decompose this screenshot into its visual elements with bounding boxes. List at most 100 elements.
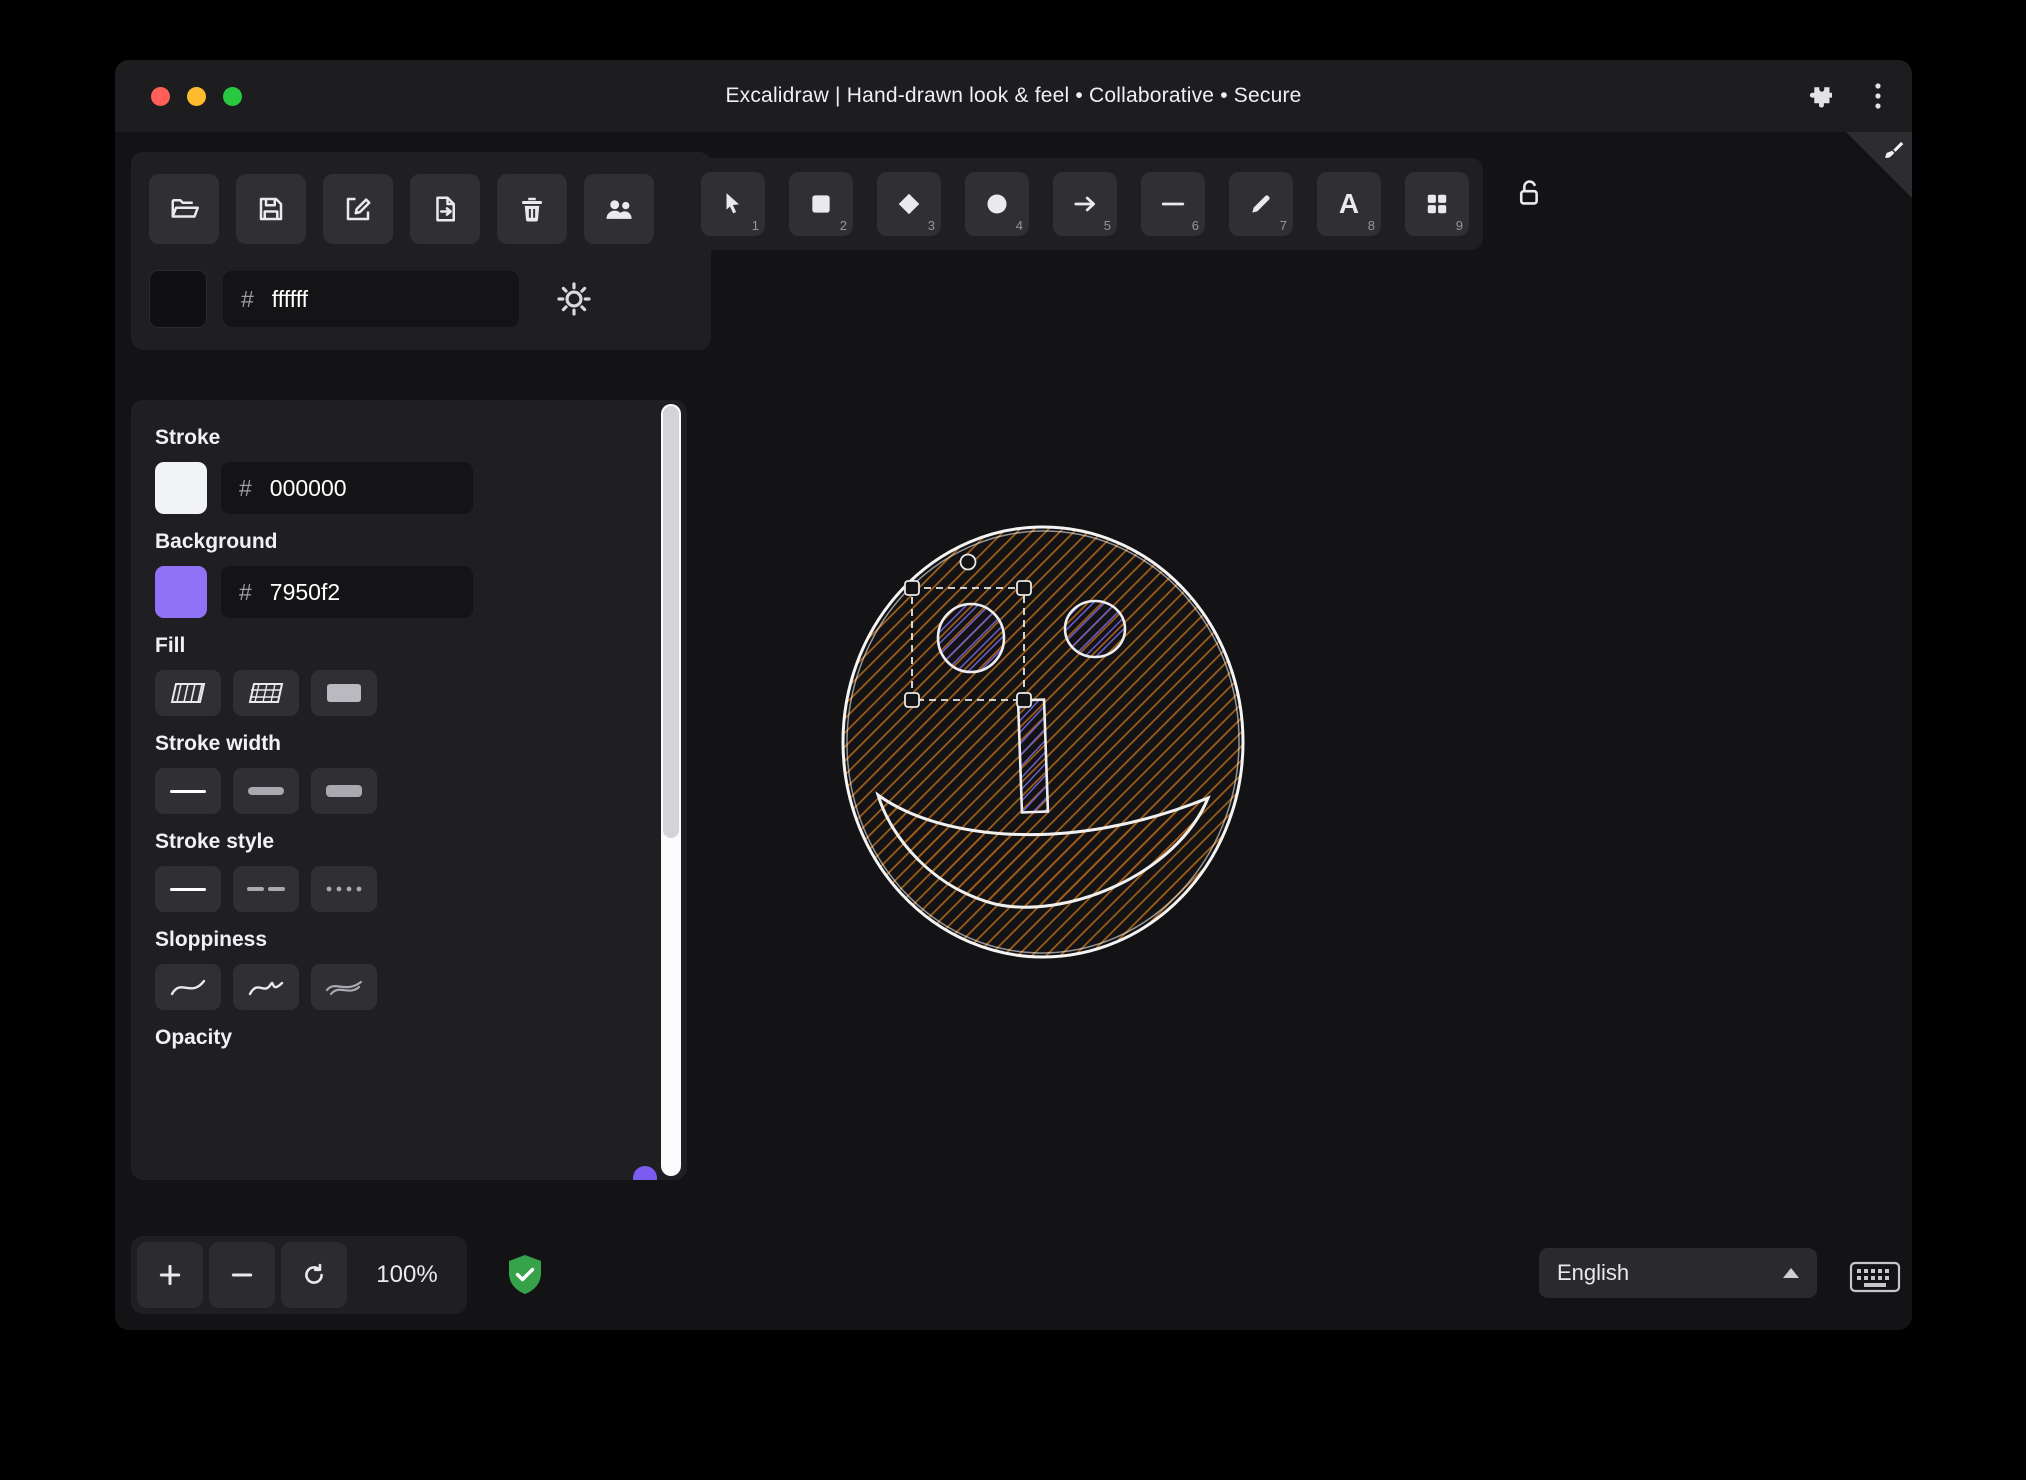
zoom-in-button[interactable] (137, 1242, 203, 1308)
plus-icon (157, 1262, 183, 1288)
open-folder-icon (169, 194, 199, 224)
opacity-slider-thumb[interactable] (633, 1166, 657, 1180)
window-title: Excalidraw | Hand-drawn look & feel • Co… (725, 84, 1302, 107)
stroke-width-extrabold-button[interactable] (311, 768, 377, 814)
rectangle-icon (808, 191, 834, 217)
canvas-background-swatch[interactable] (149, 270, 207, 328)
stroke-hex-input[interactable]: # 000000 (221, 462, 473, 514)
tool-ellipse[interactable]: 4 (965, 172, 1029, 236)
app-content: # ffffff Stroke # 000000 Background # 79… (115, 132, 1912, 1330)
smiley-drawing (841, 525, 1245, 959)
fill-solid-button[interactable] (311, 670, 377, 716)
ellipse-icon (984, 191, 1010, 217)
shape-toolbar: 1 2 3 4 5 6 7 A 8 9 (687, 158, 1483, 250)
tool-text[interactable]: A 8 (1317, 172, 1381, 236)
stroke-color-swatch[interactable] (155, 462, 207, 514)
open-file-button[interactable] (149, 174, 219, 244)
browser-menu-kebab-icon[interactable] (1874, 81, 1882, 111)
cursor-icon (720, 191, 746, 217)
tool-selection[interactable]: 1 (701, 172, 765, 236)
background-hex-input[interactable]: # 7950f2 (221, 566, 473, 618)
stroke-style-dashed-button[interactable] (233, 866, 299, 912)
stroke-width-label: Stroke width (155, 732, 282, 755)
export-button[interactable] (410, 174, 480, 244)
sun-icon (555, 280, 593, 318)
tool-line[interactable]: 6 (1141, 172, 1205, 236)
crosshatch-icon (247, 681, 285, 705)
hash-prefix: # (239, 578, 252, 605)
unlocked-padlock-icon (1513, 177, 1543, 209)
tool-arrow[interactable]: 5 (1053, 172, 1117, 236)
sloppiness-label: Sloppiness (155, 928, 268, 951)
panel-scrollbar-thumb[interactable] (663, 406, 679, 839)
opacity-label: Opacity (155, 1026, 233, 1049)
language-selected-value: English (1557, 1260, 1630, 1285)
stroke-style-solid-button[interactable] (155, 866, 221, 912)
panel-scrollbar[interactable] (661, 404, 681, 1176)
save-as-button[interactable] (323, 174, 393, 244)
extension-puzzle-icon[interactable] (1805, 83, 1832, 110)
line-icon (1159, 191, 1187, 217)
zoom-reset-button[interactable] (281, 1242, 347, 1308)
zoom-level[interactable]: 100% (353, 1261, 461, 1289)
theme-toggle-button[interactable] (549, 279, 599, 319)
zoom-out-button[interactable] (209, 1242, 275, 1308)
encryption-shield-icon[interactable] (507, 1254, 543, 1296)
fill-label: Fill (155, 634, 186, 657)
hash-prefix: # (239, 474, 252, 501)
sloppiness-architect-button[interactable] (155, 964, 221, 1010)
artist-squiggle-icon (247, 974, 285, 1000)
keep-tool-active-lock[interactable] (1507, 176, 1549, 210)
minus-icon (229, 1262, 255, 1288)
close-window-button[interactable] (151, 86, 170, 106)
tool-shapes[interactable]: 9 (1405, 172, 1469, 236)
dashed-stroke-icon (247, 886, 285, 892)
properties-panel: Stroke # 000000 Background # 7950f2 Fill… (131, 400, 687, 1180)
architect-squiggle-icon (169, 974, 207, 1000)
collaborate-button[interactable] (584, 174, 654, 244)
canvas-background-hex-value: ffffff (271, 285, 309, 312)
clear-canvas-button[interactable] (497, 174, 567, 244)
diamond-icon (896, 191, 922, 217)
save-button[interactable] (236, 174, 306, 244)
hash-prefix: # (241, 285, 254, 312)
sloppiness-cartoonist-button[interactable] (311, 964, 377, 1010)
tool-diamond[interactable]: 3 (877, 172, 941, 236)
stroke-style-dotted-button[interactable] (311, 866, 377, 912)
background-color-swatch[interactable] (155, 566, 207, 618)
cartoonist-squiggle-icon (325, 974, 363, 1000)
collaborators-icon (603, 194, 635, 224)
traffic-lights (151, 60, 242, 132)
language-select[interactable]: English (1539, 1248, 1817, 1298)
tool-draw[interactable]: 7 (1229, 172, 1293, 236)
background-label: Background (155, 530, 278, 553)
arrow-icon (1071, 191, 1099, 217)
maximize-window-button[interactable] (223, 86, 242, 106)
app-window: Excalidraw | Hand-drawn look & feel • Co… (115, 60, 1912, 1330)
trash-icon (517, 194, 547, 224)
save-as-pen-icon (343, 194, 373, 224)
fill-crosshatch-button[interactable] (233, 670, 299, 716)
extrabold-line-icon (326, 785, 362, 797)
stroke-width-thin-button[interactable] (155, 768, 221, 814)
export-file-icon (430, 194, 460, 224)
titlebar: Excalidraw | Hand-drawn look & feel • Co… (115, 60, 1912, 133)
thin-line-icon (170, 789, 206, 793)
keyboard-icon (1849, 1259, 1901, 1295)
fill-hachure-button[interactable] (155, 670, 221, 716)
stroke-hex-value: 000000 (269, 474, 347, 501)
dotted-stroke-icon (325, 886, 363, 892)
pencil-icon (1248, 191, 1274, 217)
sloppiness-artist-button[interactable] (233, 964, 299, 1010)
brush-icon (1879, 138, 1905, 164)
keyboard-shortcuts-button[interactable] (1843, 1258, 1907, 1296)
zoom-controls: 100% (131, 1236, 467, 1314)
solid-stroke-icon (170, 887, 206, 891)
stroke-width-bold-button[interactable] (233, 768, 299, 814)
minimize-window-button[interactable] (187, 86, 206, 106)
canvas-background-hex-input[interactable]: # ffffff (223, 271, 519, 327)
stroke-style-label: Stroke style (155, 830, 275, 853)
tool-rectangle[interactable]: 2 (789, 172, 853, 236)
hachure-icon (169, 681, 207, 705)
reset-zoom-icon (301, 1262, 327, 1288)
